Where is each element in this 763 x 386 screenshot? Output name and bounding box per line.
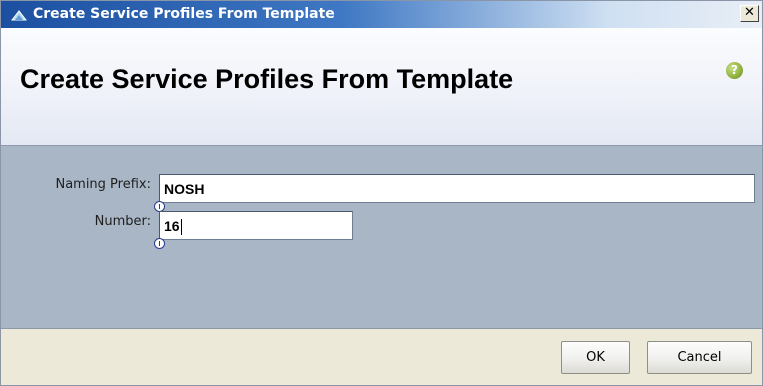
- number-value: 16: [164, 218, 180, 234]
- naming-prefix-label: Naming Prefix:: [55, 177, 151, 192]
- naming-prefix-value: NOSH: [164, 181, 205, 197]
- form-panel: Naming Prefix: NOSH Number: 16: [1, 145, 762, 329]
- number-label: Number:: [94, 214, 151, 229]
- dialog-window: Create Service Profiles From Template ✕ …: [0, 0, 763, 386]
- cancel-button[interactable]: Cancel: [647, 341, 752, 374]
- ok-button[interactable]: OK: [561, 341, 630, 374]
- number-input[interactable]: 16: [159, 211, 353, 240]
- help-icon[interactable]: ?: [726, 62, 743, 79]
- info-marker-icon[interactable]: [154, 238, 165, 249]
- dialog-header: Create Service Profiles From Template ?: [1, 28, 762, 145]
- window-title: Create Service Profiles From Template: [33, 6, 335, 22]
- text-caret: [180, 219, 182, 236]
- page-title: Create Service Profiles From Template: [20, 64, 514, 94]
- app-icon: [10, 7, 28, 23]
- naming-prefix-input[interactable]: NOSH: [159, 174, 755, 203]
- button-bar: OK Cancel: [1, 328, 762, 385]
- close-button[interactable]: ✕: [740, 5, 759, 22]
- title-bar[interactable]: Create Service Profiles From Template ✕: [1, 1, 762, 28]
